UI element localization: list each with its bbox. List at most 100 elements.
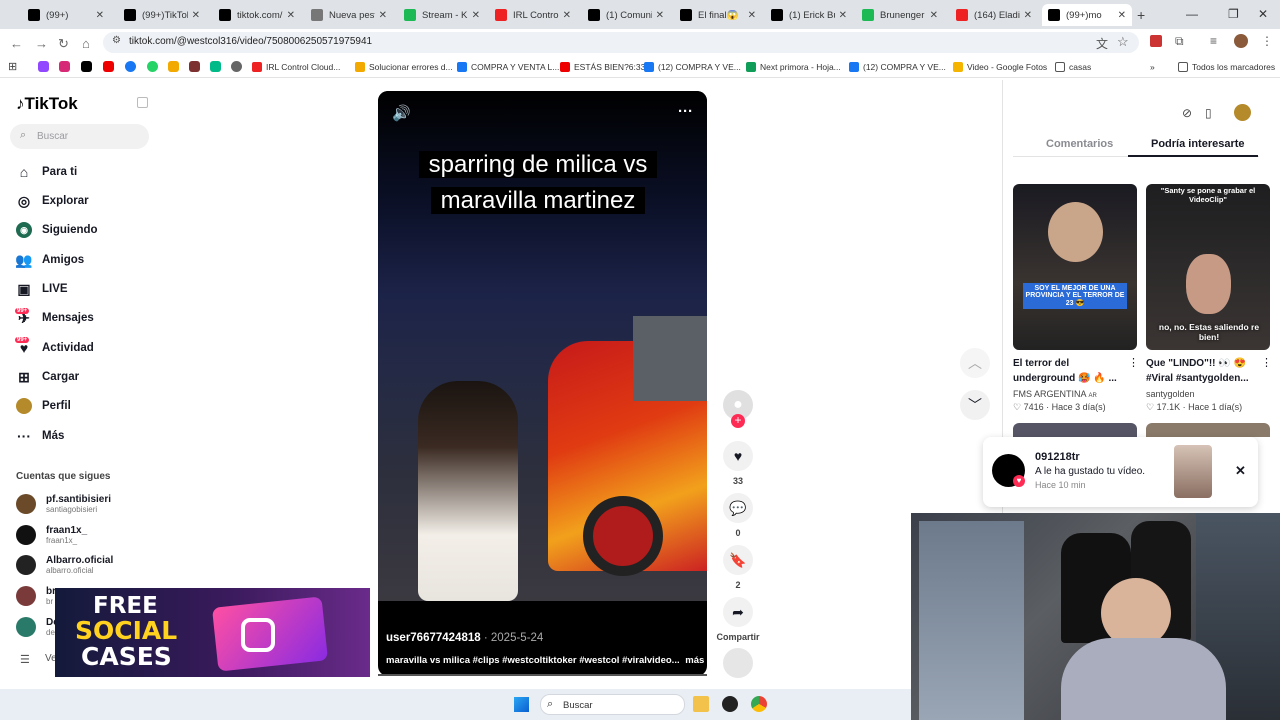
sidebar-item-amigos[interactable]: 👥 Amigos [15,252,84,268]
translate-icon[interactable]: 文 [1096,35,1108,52]
close-tab-icon[interactable]: ✕ [1024,10,1032,21]
more-options-icon[interactable]: ··· [678,103,693,120]
file-explorer-icon[interactable] [693,696,709,712]
browser-tab[interactable]: (99+)TikTok ✕ [118,4,206,26]
save-button[interactable]: 🔖 [723,545,753,575]
video-progress-bar[interactable] [378,674,707,676]
sidebar-item-live[interactable]: ▣ LIVE [16,281,67,297]
bookmark-item[interactable]: (12) COMPRA Y VE... [849,60,946,74]
bookmark-item[interactable]: (12) COMPRA Y VE... [644,60,741,74]
bookmark-item[interactable]: IRL Control Cloud... [252,60,340,74]
see-more-icon[interactable]: ☰ [20,653,30,666]
bookmark-item[interactable]: COMPRA Y VENTA L... [457,60,559,74]
browser-tab[interactable]: (1) Erick Buil ✕ [765,4,853,26]
browser-tab[interactable]: Brunenger ✕ [856,4,944,26]
more-link[interactable]: más [685,655,704,666]
close-tab-icon[interactable]: ✕ [563,10,571,21]
video-username[interactable]: user76677424818 [386,632,481,644]
facebook-bookmark-icon[interactable] [125,61,136,72]
app-icon[interactable] [722,696,738,712]
back-icon[interactable]: ← [10,36,23,51]
tiktok-logo[interactable]: ♪TikTok [16,94,78,114]
bookmark-item[interactable]: Solucionar errores d... [355,60,453,74]
media-control-icon[interactable]: ≡ [1210,34,1217,48]
next-video-button[interactable]: ﹀ [960,390,990,420]
youtube-bookmark-icon[interactable] [103,61,114,72]
reload-icon[interactable]: ↻ [58,36,69,52]
browser-tab[interactable]: IRL Control ✕ [489,4,577,26]
collapse-sidebar-icon[interactable] [137,97,148,108]
twitch-bookmark-icon[interactable] [38,61,49,72]
browser-tab[interactable]: (164) Eladio ✕ [950,4,1038,26]
browser-tab[interactable]: Stream - Kick ✕ [398,4,486,26]
maximize-icon[interactable]: ❐ [1228,7,1239,21]
home-icon[interactable]: ⌂ [82,36,90,51]
bookmark-icon[interactable] [168,61,179,72]
video-card[interactable]: SOY EL MEJOR DE UNA PROVINCIA Y EL TERRO… [1013,184,1137,350]
apps-grid-icon[interactable]: ⊞ [8,60,17,73]
sidebar-item-mas[interactable]: ··· Más [16,428,64,444]
card-more-icon[interactable]: ⋮ [1128,356,1139,369]
whatsapp-bookmark-icon[interactable] [147,61,158,72]
close-window-icon[interactable]: ✕ [1258,7,1268,21]
sidebar-item-explorar[interactable]: ◎ Explorar [16,193,89,209]
user-avatar[interactable] [1234,104,1251,121]
followed-account[interactable]: De de [16,617,59,637]
sidebar-item-perfil[interactable]: ● Perfil [16,398,71,414]
bookmark-item[interactable]: ESTÁS BIEN?6:33 [560,60,645,74]
close-tab-icon[interactable]: ✕ [1118,10,1126,21]
tab-podria-interesarte[interactable]: Podría interesarte [1151,138,1245,150]
card-author[interactable]: FMS ARGENTINA AR [1013,389,1097,399]
bookmark-item[interactable]: Next primora - Hoja... [746,60,841,74]
followed-account[interactable]: Albarro.oficial albarro.oficial [16,555,113,575]
instagram-bookmark-icon[interactable] [59,61,70,72]
bookmark-item[interactable]: Video - Google Fotos [953,60,1047,74]
close-tab-icon[interactable]: ✕ [192,10,200,21]
volume-icon[interactable]: 🔊 [392,104,411,122]
taskbar-search-input[interactable]: ⌕ Buscar [540,694,685,715]
chrome-icon[interactable] [751,696,767,712]
free-social-cases-ad[interactable]: FREE SOCIAL CASES [55,588,370,677]
close-tab-icon[interactable]: ✕ [930,10,938,21]
browser-tab[interactable]: tiktok.com/@ ✕ [213,4,301,26]
close-tab-icon[interactable]: ✕ [656,10,664,21]
sidebar-item-cargar[interactable]: ⊞ Cargar [16,369,79,385]
video-card[interactable]: "Santy se pone a grabar el VideoClip" no… [1146,184,1270,350]
like-button[interactable]: ♥ [723,441,753,471]
bookmark-icon[interactable] [210,61,221,72]
browser-tab[interactable]: El final😱 ✕ [674,4,762,26]
profile-avatar[interactable] [1234,34,1248,48]
card-more-icon[interactable]: ⋮ [1261,356,1272,369]
x-bookmark-icon[interactable] [81,61,92,72]
browser-tab-active[interactable]: (99+)mo ✕ [1042,4,1132,26]
sidebar-item-siguiendo[interactable]: ◉ Siguiendo [16,222,98,238]
sidebar-item-para-ti[interactable]: ⌂ Para ti [16,164,77,180]
windows-start-icon[interactable] [514,697,529,712]
bookmark-star-icon[interactable]: ☆ [1117,34,1129,50]
bookmark-icon[interactable] [189,61,200,72]
close-tab-icon[interactable]: ✕ [96,10,104,21]
all-bookmarks-folder[interactable]: Todos los marcadores [1178,60,1275,74]
like-notification[interactable]: ♥ 091218tr A le ha gustado tu vídeo. Hac… [983,437,1258,507]
device-icon[interactable]: ▯ [1205,106,1212,120]
forward-icon[interactable]: → [35,36,48,51]
card-author[interactable]: santygolden [1146,389,1195,399]
globe-bookmark-icon[interactable] [231,61,242,72]
address-bar[interactable]: ⚙ tiktok.com/@westcol316/video/7508006250… [103,32,1139,53]
browser-tab[interactable]: (1) Comunic ✕ [582,4,670,26]
close-tab-icon[interactable]: ✕ [748,10,756,21]
close-tab-icon[interactable]: ✕ [379,10,387,21]
followed-account[interactable]: br br [16,586,56,606]
share-button[interactable]: ➦ [723,597,753,627]
follow-plus-icon[interactable]: + [731,414,745,428]
close-tab-icon[interactable]: ✕ [839,10,847,21]
bookmark-item[interactable]: casas [1055,60,1091,74]
extension-icon[interactable] [1150,35,1162,47]
card-title[interactable]: El terror del underground 🥵 🔥 ... [1013,356,1128,386]
new-tab-button[interactable]: + [1137,7,1145,23]
previous-video-button[interactable]: ︿ [960,348,990,378]
search-input[interactable]: ⌕ Buscar [10,124,149,149]
extensions-puzzle-icon[interactable]: ⧉ [1175,34,1184,49]
followed-account[interactable]: fraan1x_ fraan1x_ [16,525,87,545]
bookmarks-overflow-icon[interactable]: » [1150,60,1155,74]
